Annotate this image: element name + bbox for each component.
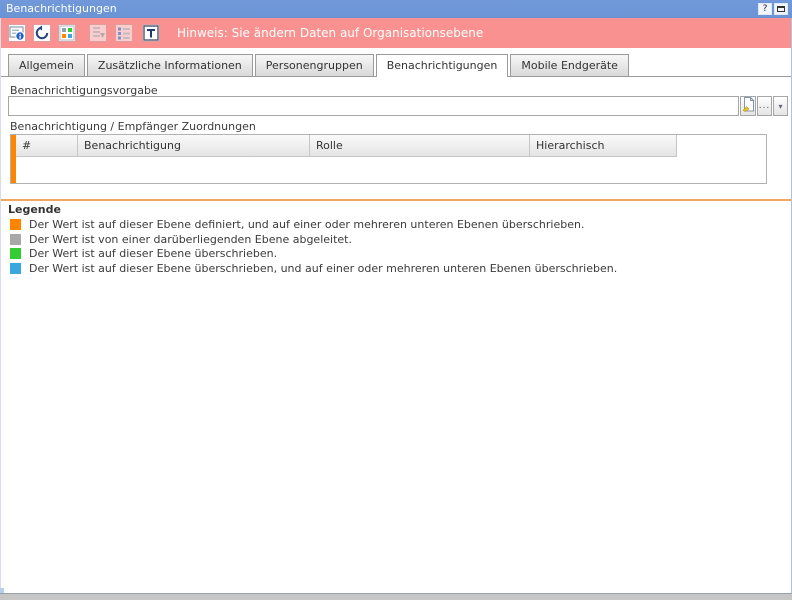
tab-allgemein[interactable]: Allgemein xyxy=(8,54,85,76)
tab-mobile-endgeräte[interactable]: Mobile Endgeräte xyxy=(510,54,629,76)
help-button[interactable]: ? xyxy=(758,3,772,15)
legend-swatch-1 xyxy=(10,234,21,245)
assignments-table[interactable]: #BenachrichtigungRolleHierarchisch xyxy=(10,134,767,184)
legend-item-text: Der Wert ist von einer darüberliegenden … xyxy=(29,234,352,245)
document-clear-icon xyxy=(742,97,755,112)
window-restore-button[interactable] xyxy=(774,3,788,15)
text-format-icon[interactable] xyxy=(142,24,160,42)
window-left-edge xyxy=(0,18,1,593)
list-details-icon[interactable] xyxy=(115,24,133,42)
window-bottom-edge xyxy=(0,593,792,600)
window-titlebar[interactable]: Benachrichtigungen ? xyxy=(0,0,792,18)
legend-item: Der Wert ist auf dieser Ebene überschrie… xyxy=(10,248,784,259)
tab-zusätzliche-informationen[interactable]: Zusätzliche Informationen xyxy=(87,54,253,76)
record-info-icon[interactable] xyxy=(8,24,26,42)
column-header-benachrichtigung[interactable]: Benachrichtigung xyxy=(78,135,310,157)
app-window: Benachrichtigungen ? xyxy=(0,0,792,600)
table-header-row: #BenachrichtigungRolleHierarchisch xyxy=(16,135,677,157)
table-caption: Benachrichtigung / Empfänger Zuordnungen xyxy=(10,120,256,133)
legend-item: Der Wert ist von einer darüberliegenden … xyxy=(10,234,784,245)
legend-item-text: Der Wert ist auf dieser Ebene überschrie… xyxy=(29,248,277,259)
legend-item: Der Wert ist auf dieser Ebene überschrie… xyxy=(10,263,784,274)
legend-title: Legende xyxy=(8,203,61,216)
hint-message: Hinweis: Sie ändern Daten auf Organisati… xyxy=(177,18,483,48)
tab-personengruppen[interactable]: Personengruppen xyxy=(255,54,374,76)
column-header-hierarchisch[interactable]: Hierarchisch xyxy=(530,135,677,157)
legend-item-text: Der Wert ist auf dieser Ebene überschrie… xyxy=(29,263,617,274)
clear-field-button[interactable] xyxy=(740,96,756,116)
toolbar: Hinweis: Sie ändern Daten auf Organisati… xyxy=(0,18,792,48)
history-icon[interactable] xyxy=(33,24,51,42)
legend-swatch-2 xyxy=(10,248,21,259)
dropdown-button[interactable]: ▾ xyxy=(773,96,788,116)
list-export-icon[interactable] xyxy=(89,24,107,42)
benachrichtigungsvorgabe-input[interactable] xyxy=(8,96,739,116)
legend-swatch-3 xyxy=(10,263,21,274)
tab-bar: AllgemeinZusätzliche InformationenPerson… xyxy=(0,48,792,77)
separator-line xyxy=(0,199,792,201)
legend-item: Der Wert ist auf dieser Ebene definiert,… xyxy=(10,219,784,230)
chevron-down-icon: ▾ xyxy=(778,102,782,111)
column-header-rolle[interactable]: Rolle xyxy=(310,135,530,157)
legend-item-text: Der Wert ist auf dieser Ebene definiert,… xyxy=(29,219,584,230)
tab-benachrichtigungen[interactable]: Benachrichtigungen xyxy=(376,54,509,77)
table-body[interactable] xyxy=(16,157,766,183)
legend: Der Wert ist auf dieser Ebene definiert,… xyxy=(10,219,784,277)
legend-swatch-0 xyxy=(10,219,21,230)
window-icon xyxy=(777,6,785,12)
color-legend-icon[interactable] xyxy=(58,24,76,42)
window-title: Benachrichtigungen xyxy=(6,0,117,18)
browse-button[interactable]: ... xyxy=(757,96,772,116)
column-header-index[interactable]: # xyxy=(16,135,78,157)
